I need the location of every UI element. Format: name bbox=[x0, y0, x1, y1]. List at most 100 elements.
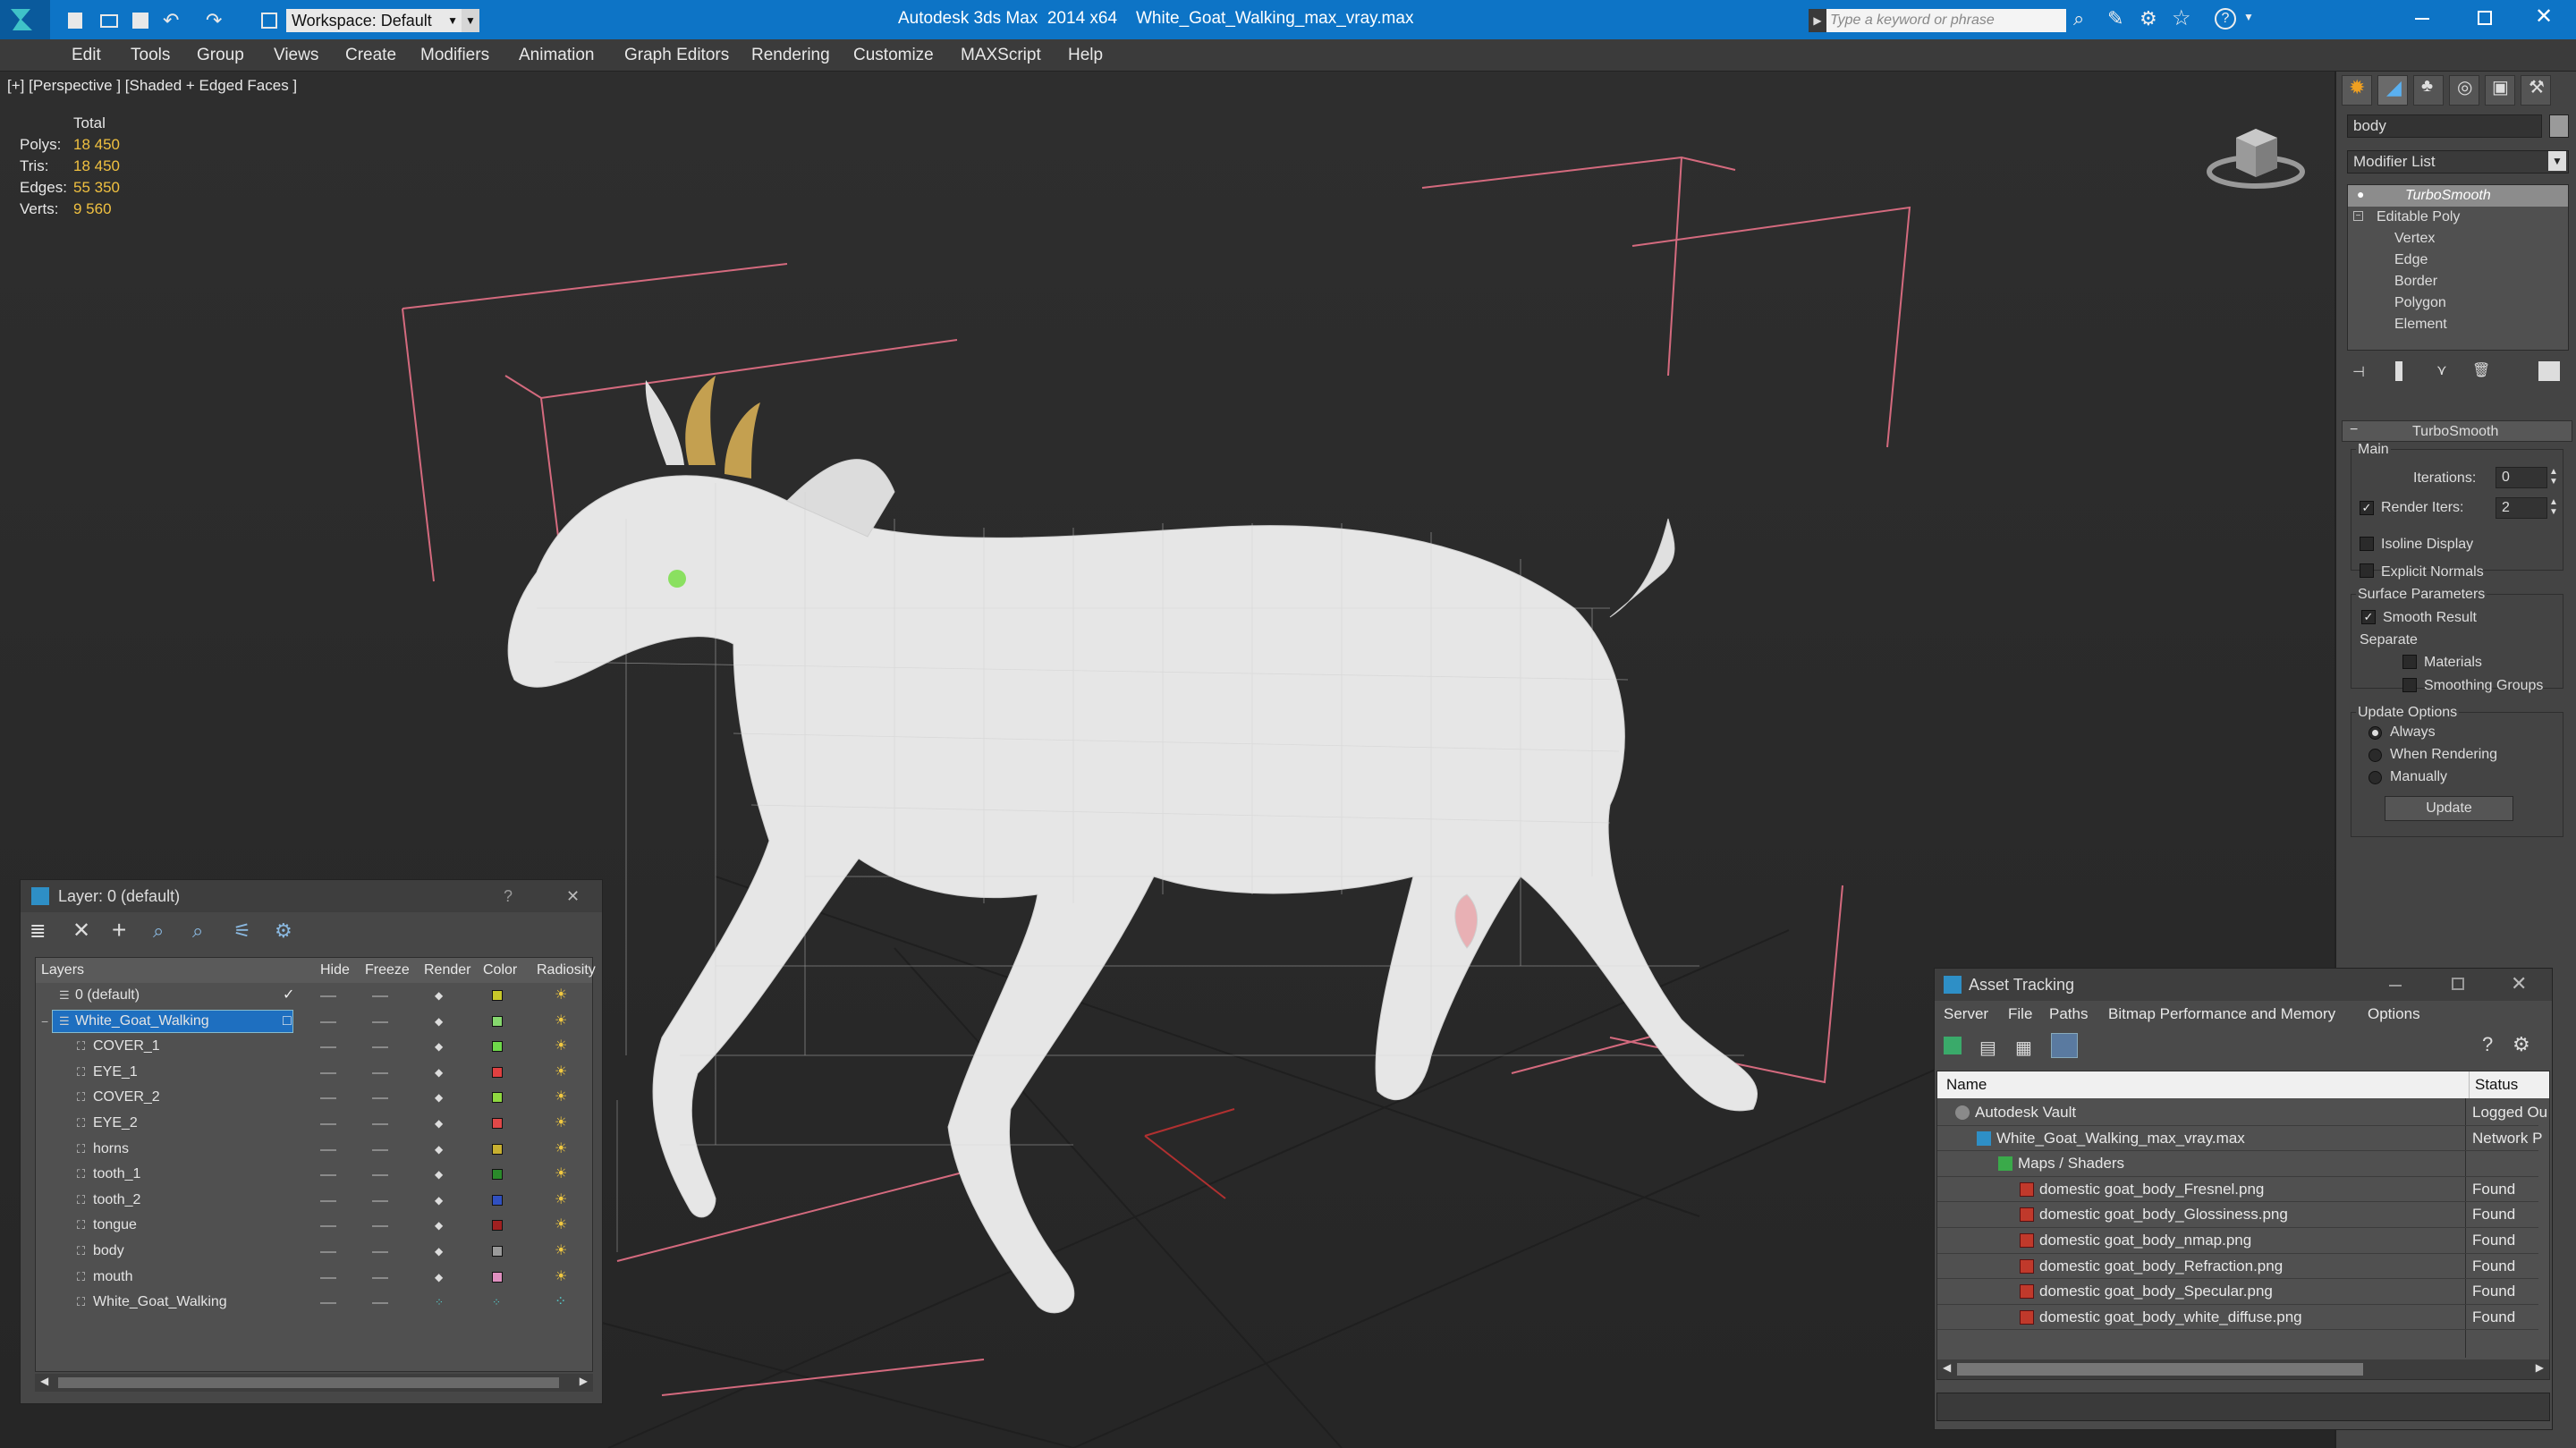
layer-color-swatch[interactable] bbox=[492, 1066, 503, 1078]
hide-toggle[interactable] bbox=[320, 1225, 336, 1228]
layer-row[interactable]: ⛶ tooth_1 ◆ ☀ bbox=[36, 1162, 590, 1188]
layer-row[interactable]: ⛶ COVER_1 ◆ ☀ bbox=[36, 1034, 590, 1060]
render-toggle-icon[interactable]: ◆ bbox=[435, 1239, 443, 1264]
render-toggle-icon[interactable]: ◆ bbox=[435, 1213, 443, 1238]
manually-radio[interactable] bbox=[2368, 771, 2382, 784]
menu-edit[interactable]: Edit bbox=[72, 39, 101, 72]
asset-row[interactable]: White_Goat_Walking_max_vray.max Network P bbox=[1937, 1126, 2542, 1152]
freeze-all-layers-icon[interactable]: ⚙ bbox=[275, 919, 292, 943]
subobject-edge[interactable]: Edge bbox=[2348, 250, 2568, 271]
current-layer-indicator[interactable]: □ bbox=[283, 1009, 292, 1034]
rollout-header[interactable]: − TurboSmooth bbox=[2342, 420, 2572, 442]
subobject-polygon[interactable]: Polygon bbox=[2348, 292, 2568, 314]
menu-group[interactable]: Group bbox=[197, 39, 244, 72]
current-layer-indicator[interactable]: ✓ bbox=[283, 983, 294, 1008]
freeze-toggle[interactable] bbox=[372, 1251, 388, 1253]
close-icon[interactable]: ✕ bbox=[566, 880, 580, 912]
render-toggle-icon[interactable]: ◆ bbox=[435, 1162, 443, 1187]
maximize-icon[interactable] bbox=[2452, 978, 2464, 990]
radiosity-toggle-icon[interactable]: ☀ bbox=[555, 983, 567, 1008]
table-view-icon[interactable]: ▦ bbox=[2015, 1037, 2032, 1059]
asset-row[interactable]: domestic goat_body_nmap.png Found bbox=[1937, 1228, 2538, 1254]
save-file-icon[interactable] bbox=[132, 13, 148, 29]
menu-customize[interactable]: Customize bbox=[853, 39, 934, 72]
help-dropdown-icon[interactable]: ▼ bbox=[2243, 11, 2254, 23]
asset-row[interactable]: domestic goat_body_Specular.png Found bbox=[1937, 1279, 2538, 1305]
help-icon[interactable]: ? bbox=[2482, 1033, 2493, 1056]
motion-tab-icon[interactable]: ◎ bbox=[2449, 75, 2479, 106]
object-color-swatch[interactable] bbox=[2549, 114, 2569, 138]
layer-row[interactable]: ⛶ COVER_2 ◆ ☀ bbox=[36, 1085, 590, 1111]
freeze-toggle[interactable] bbox=[372, 1174, 388, 1177]
spinner-arrows-icon[interactable]: ▲ ▼ bbox=[2549, 497, 2558, 517]
scroll-thumb[interactable] bbox=[1957, 1363, 2363, 1376]
explicit-normals-checkbox[interactable] bbox=[2360, 563, 2374, 578]
render-toggle-icon[interactable]: ⁘ bbox=[435, 1290, 444, 1315]
freeze-toggle[interactable] bbox=[372, 1097, 388, 1100]
radiosity-toggle-icon[interactable]: ☀ bbox=[555, 1265, 567, 1290]
radiosity-toggle-icon[interactable]: ☀ bbox=[555, 1060, 567, 1085]
help-icon[interactable]: ? bbox=[504, 880, 513, 912]
column-radiosity[interactable]: Radiosity bbox=[537, 958, 596, 983]
radiosity-toggle-icon[interactable]: ☀ bbox=[555, 1085, 567, 1110]
menu-tools[interactable]: Tools bbox=[131, 39, 170, 72]
freeze-toggle[interactable] bbox=[372, 1225, 388, 1228]
layer-color-swatch[interactable] bbox=[492, 1271, 503, 1283]
layer-row[interactable]: ⛶ EYE_2 ◆ ☀ bbox=[36, 1111, 590, 1137]
display-tab-icon[interactable]: ▣ bbox=[2485, 75, 2515, 106]
column-hide[interactable]: Hide bbox=[320, 958, 350, 983]
layer-color-swatch[interactable] bbox=[492, 1015, 503, 1027]
column-layers[interactable]: Layers bbox=[41, 958, 84, 983]
layer-color-swatch[interactable]: ⁘ bbox=[492, 1290, 501, 1315]
layer-row[interactable]: ☰ 0 (default) ✓ ◆ ☀ bbox=[36, 983, 590, 1009]
workspace-expand-button[interactable]: ▼ bbox=[462, 9, 479, 32]
search-input[interactable]: Type a keyword or phrase bbox=[1826, 9, 2066, 32]
menu-file[interactable]: File bbox=[2008, 1001, 2032, 1028]
collapse-icon[interactable]: − bbox=[2353, 211, 2363, 221]
hide-toggle[interactable] bbox=[320, 1199, 336, 1202]
layer-window-titlebar[interactable]: Layer: 0 (default) ? ✕ bbox=[21, 880, 602, 912]
asset-row[interactable]: domestic goat_body_Refraction.png Found bbox=[1937, 1254, 2538, 1280]
object-name-field[interactable]: body bbox=[2347, 114, 2542, 138]
layer-row[interactable]: ⛶ horns ◆ ☀ bbox=[36, 1137, 590, 1163]
radiosity-toggle-icon[interactable]: ☀ bbox=[555, 1188, 567, 1213]
project-folder-icon[interactable] bbox=[261, 13, 277, 29]
close-window-icon[interactable]: ✕ bbox=[2535, 4, 2553, 30]
render-iters-spinner[interactable]: 2 bbox=[2496, 497, 2547, 519]
favorites-star-icon[interactable]: ☆ bbox=[2172, 5, 2191, 31]
open-file-icon[interactable] bbox=[100, 14, 118, 28]
iterations-spinner[interactable]: 0 bbox=[2496, 467, 2547, 488]
subscription-icon[interactable]: ✎ bbox=[2107, 7, 2123, 30]
subobject-element[interactable]: Element bbox=[2348, 314, 2568, 335]
layer-color-swatch[interactable] bbox=[492, 1092, 503, 1104]
freeze-toggle[interactable] bbox=[372, 1148, 388, 1151]
menu-animation[interactable]: Animation bbox=[519, 39, 595, 72]
layer-color-swatch[interactable] bbox=[492, 990, 503, 1001]
menu-rendering[interactable]: Rendering bbox=[751, 39, 830, 72]
scroll-thumb[interactable] bbox=[58, 1377, 559, 1388]
close-icon[interactable]: ✕ bbox=[2511, 972, 2527, 995]
stack-item-editable-poly[interactable]: − Editable Poly bbox=[2348, 207, 2568, 228]
search-arrow-icon[interactable]: ▶ bbox=[1809, 9, 1826, 32]
render-iters-checkbox[interactable]: ✓ bbox=[2360, 501, 2374, 515]
select-objects-icon[interactable]: ⌕ bbox=[153, 919, 164, 943]
when-rendering-radio[interactable] bbox=[2368, 749, 2382, 762]
maximize-window-icon[interactable] bbox=[2478, 11, 2492, 25]
new-file-icon[interactable] bbox=[68, 13, 82, 29]
radiosity-toggle-icon[interactable]: ☀ bbox=[555, 1111, 567, 1136]
asset-row[interactable]: Maps / Shaders bbox=[1937, 1151, 2538, 1177]
menu-paths[interactable]: Paths bbox=[2049, 1001, 2088, 1028]
asset-row[interactable]: domestic goat_body_white_diffuse.png Foun… bbox=[1937, 1305, 2538, 1331]
asset-window-titlebar[interactable]: Asset Tracking ✕ bbox=[1935, 969, 2552, 1001]
hide-toggle[interactable] bbox=[320, 1276, 336, 1279]
smoothing-groups-checkbox[interactable] bbox=[2402, 678, 2417, 692]
radiosity-toggle-icon[interactable]: ☀ bbox=[555, 1034, 567, 1059]
radiosity-toggle-icon[interactable]: ☀ bbox=[555, 1213, 567, 1238]
layer-color-swatch[interactable] bbox=[492, 1143, 503, 1155]
create-layer-icon[interactable]: ≣ bbox=[30, 919, 46, 943]
hide-toggle[interactable] bbox=[320, 1046, 336, 1049]
help-icon[interactable]: ? bbox=[2215, 8, 2236, 30]
remove-modifier-icon[interactable]: 🗑 bbox=[2472, 361, 2490, 379]
layer-horizontal-scrollbar[interactable]: ◀ ▶ bbox=[35, 1374, 593, 1392]
workspace-dropdown[interactable]: Workspace: Default ▼ bbox=[286, 9, 462, 32]
